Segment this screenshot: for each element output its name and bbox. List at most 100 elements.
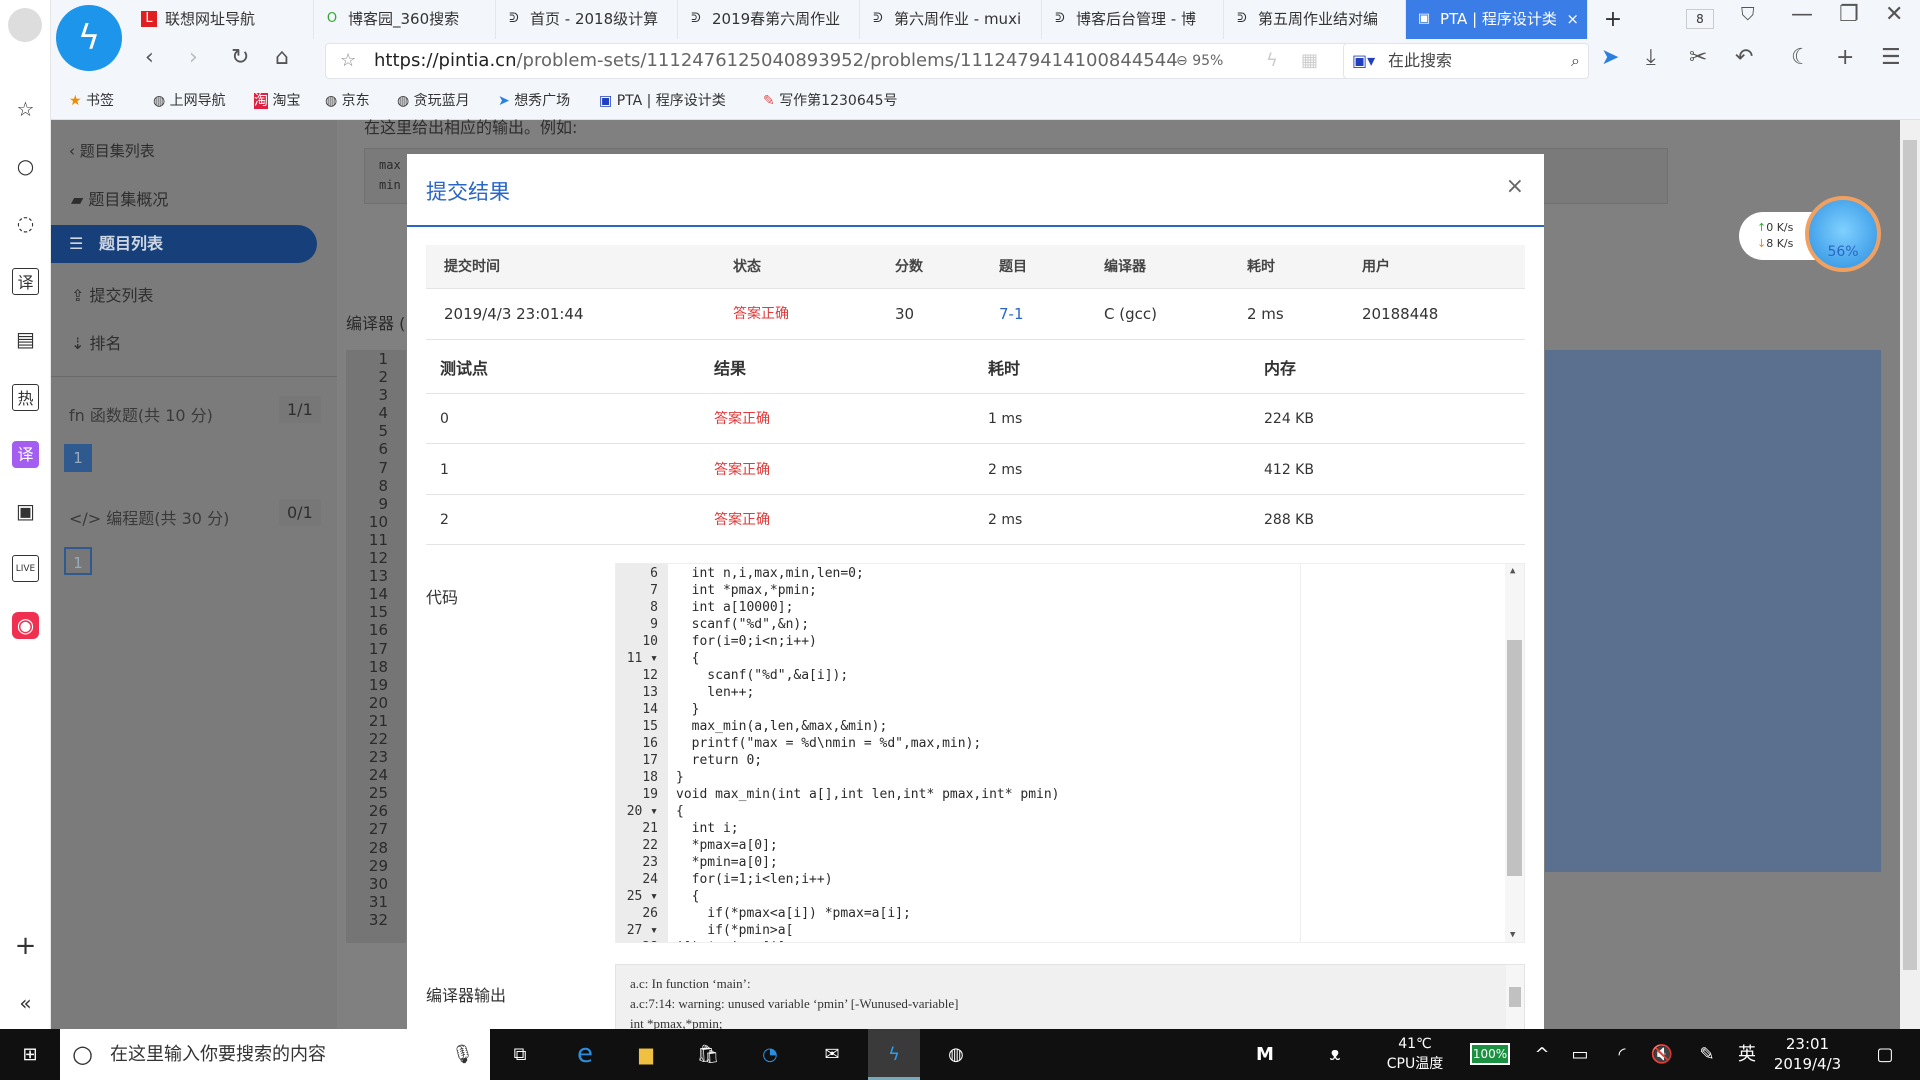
add-icon[interactable]: + bbox=[12, 933, 39, 960]
bookmark[interactable]: ★ 书签 bbox=[69, 83, 114, 120]
bookmark[interactable]: ▣ PTA | 程序设计类 bbox=[599, 83, 726, 120]
add-icon[interactable]: + bbox=[1836, 45, 1854, 70]
chat-icon[interactable]: ◌ bbox=[12, 210, 39, 237]
tab-count[interactable]: 8 bbox=[1686, 9, 1714, 29]
download-icon[interactable]: ⤓ bbox=[1646, 45, 1656, 70]
m-icon[interactable]: M bbox=[1250, 1029, 1280, 1080]
edge-icon[interactable]: e bbox=[565, 1029, 605, 1080]
bookmark[interactable]: 淘 淘宝 bbox=[254, 83, 300, 120]
undo-icon[interactable]: ↶ bbox=[1735, 45, 1753, 70]
task-view-icon[interactable]: ⧉ bbox=[500, 1029, 540, 1080]
scroll-thumb[interactable] bbox=[1507, 640, 1522, 876]
home-icon[interactable]: ⌂ bbox=[275, 45, 289, 70]
wifi-icon[interactable]: ◜ bbox=[1610, 1029, 1634, 1080]
qr-icon[interactable]: ▦ bbox=[1301, 44, 1318, 78]
group-function[interactable]: fn 函数题(共 10 分) bbox=[69, 402, 213, 426]
night-mode-icon[interactable]: ☾ bbox=[1791, 45, 1811, 70]
tab[interactable]: L 联想网址导航 bbox=[131, 0, 314, 39]
skin-icon[interactable]: ⛉ bbox=[1741, 4, 1755, 25]
battery-icon[interactable]: ▭ bbox=[1568, 1029, 1592, 1080]
bookmarks-bar: ★ 书签 ◍ 上网导航 淘 淘宝 ◍ 京东 ◍ 贪玩蓝月 ➤ 想秀广场 ▣ PT… bbox=[51, 83, 1920, 120]
translate-app-icon[interactable]: 译 bbox=[12, 441, 39, 468]
video-icon[interactable]: ▣ bbox=[12, 498, 39, 525]
bookmark[interactable]: ◍ 上网导航 bbox=[153, 83, 226, 120]
mute-icon[interactable]: 🔇 bbox=[1650, 1029, 1674, 1080]
tab[interactable]: ᕲ 博客后台管理 - 博 bbox=[1042, 0, 1224, 39]
browser-logo[interactable]: ϟ bbox=[56, 5, 122, 71]
url-input[interactable]: ☆ https://pintia.cn/problem-sets/1112476… bbox=[325, 43, 1375, 79]
store-icon[interactable]: 🛍 bbox=[688, 1029, 728, 1080]
tab[interactable]: ᕲ 第六周作业 - muxi bbox=[860, 0, 1042, 39]
editor-scrollbar[interactable]: ▲ ▼ bbox=[1505, 564, 1524, 942]
bookmark-star-icon[interactable]: ☆ bbox=[340, 44, 356, 78]
bookmark[interactable]: ✎ 写作第1230645号 bbox=[763, 83, 898, 120]
pen-icon[interactable]: ✎ bbox=[1695, 1029, 1719, 1080]
server-icon[interactable]: ▤ bbox=[12, 326, 39, 353]
lenovo-icon: L bbox=[141, 11, 157, 27]
hot-icon[interactable]: 热 bbox=[12, 384, 39, 411]
browser-taskbar-icon[interactable]: ϟ bbox=[868, 1029, 920, 1080]
sidebar-item-overview[interactable]: ▰ 题目集概况 bbox=[71, 186, 168, 210]
clock-app-icon[interactable]: ◔ bbox=[750, 1029, 790, 1080]
new-tab-button[interactable]: + bbox=[1598, 0, 1628, 39]
notification-icon[interactable]: ▢ bbox=[1865, 1029, 1905, 1080]
explorer-icon[interactable]: ▆ bbox=[626, 1029, 666, 1080]
back-to-problem-sets[interactable]: ‹ 题目集列表 bbox=[69, 140, 155, 161]
people-icon[interactable]: ᴥ bbox=[1320, 1029, 1350, 1080]
start-button[interactable]: ⊞ bbox=[0, 1029, 60, 1080]
close-button[interactable]: × bbox=[1506, 174, 1524, 199]
chevron-up-icon[interactable]: ^ bbox=[1530, 1029, 1554, 1080]
page-scrollbar[interactable] bbox=[1900, 120, 1920, 1029]
flash-icon: ϟ bbox=[1266, 50, 1278, 71]
cpu-temp[interactable]: 41℃ CPU温度 bbox=[1375, 1029, 1455, 1080]
code-text: *pmin=a[0]; bbox=[676, 855, 778, 870]
restore-button[interactable]: ❐ bbox=[1839, 2, 1859, 27]
translate-icon[interactable]: 译 bbox=[12, 268, 39, 295]
tab[interactable]: ᕲ 2019春第六周作业 bbox=[678, 0, 860, 39]
code-line: 19 void max_min(int a[],int len,int* pmax… bbox=[616, 786, 1524, 803]
code-line: 20 ▾ { bbox=[616, 803, 1524, 820]
back-icon[interactable]: ‹ bbox=[145, 45, 154, 70]
app-icon[interactable]: ◍ bbox=[936, 1029, 976, 1080]
close-window-button[interactable]: ✕ bbox=[1885, 2, 1903, 27]
code-editor[interactable]: 6 int n,i,max,min,len=0; 7 int *pmax,*pmi… bbox=[615, 563, 1525, 943]
microphone-icon[interactable]: 🎙 bbox=[451, 1029, 474, 1080]
live-icon[interactable]: LIVE bbox=[12, 555, 39, 582]
star-icon[interactable]: ☆ bbox=[12, 96, 39, 123]
sidebar-item-problem-list[interactable]: ☰ 题目列表 bbox=[51, 225, 317, 263]
reload-icon[interactable]: ↻ bbox=[231, 45, 249, 70]
tab[interactable]: O 博客园_360搜索 bbox=[314, 0, 496, 39]
weibo-icon[interactable]: ◉ bbox=[12, 612, 39, 639]
problem-box[interactable]: 1 bbox=[64, 444, 92, 472]
tab-active[interactable]: ▣ PTA | 程序设计类 × bbox=[1406, 0, 1588, 39]
mail-icon[interactable]: ✉ bbox=[812, 1029, 852, 1080]
search-input[interactable]: ▣▾ 在此搜索 ⌕ bbox=[1343, 43, 1589, 79]
minimize-button[interactable]: — bbox=[1791, 2, 1813, 27]
tab[interactable]: ᕲ 首页 - 2018级计算 bbox=[496, 0, 678, 39]
send-icon[interactable]: ➤ bbox=[1601, 45, 1619, 70]
sidebar-item-ranking[interactable]: ⇣ 排名 bbox=[71, 330, 122, 354]
problem-box[interactable]: 1 bbox=[64, 547, 92, 575]
forward-icon[interactable]: › bbox=[189, 45, 198, 70]
close-tab-icon[interactable]: × bbox=[1566, 0, 1579, 39]
zoom-level[interactable]: ⊖ 95% bbox=[1176, 44, 1223, 78]
baidu-icon[interactable]: ▣▾ bbox=[1352, 44, 1375, 78]
accelerator-ball[interactable]: 56% bbox=[1805, 196, 1881, 272]
battery-widget[interactable]: 100% bbox=[1470, 1043, 1510, 1065]
test-row: 1 答案正确 2 ms 412 KB bbox=[426, 445, 1525, 495]
problem-link[interactable]: 7-1 bbox=[999, 289, 1024, 340]
avatar[interactable] bbox=[8, 8, 42, 42]
tab[interactable]: ᕲ 第五周作业结对编 bbox=[1224, 0, 1406, 39]
taskbar-search[interactable]: ○ 在这里输入你要搜索的内容 🎙 bbox=[60, 1029, 490, 1080]
search-icon[interactable]: ○ bbox=[12, 153, 39, 180]
ime-indicator[interactable]: 英 bbox=[1735, 1029, 1759, 1080]
clock[interactable]: 23:01 2019/4/3 bbox=[1765, 1029, 1850, 1080]
bookmark[interactable]: ◍ 京东 bbox=[325, 83, 370, 120]
menu-icon[interactable]: ☰ bbox=[1881, 45, 1901, 70]
scissors-icon[interactable]: ✂ bbox=[1689, 45, 1707, 70]
search-icon[interactable]: ⌕ bbox=[1571, 44, 1580, 78]
group-programming[interactable]: </> 编程题(共 30 分) bbox=[69, 505, 229, 529]
sidebar-item-submissions[interactable]: ⇪ 提交列表 bbox=[71, 282, 154, 306]
line-number: 10 bbox=[642, 634, 658, 649]
collapse-icon[interactable]: « bbox=[12, 990, 39, 1017]
